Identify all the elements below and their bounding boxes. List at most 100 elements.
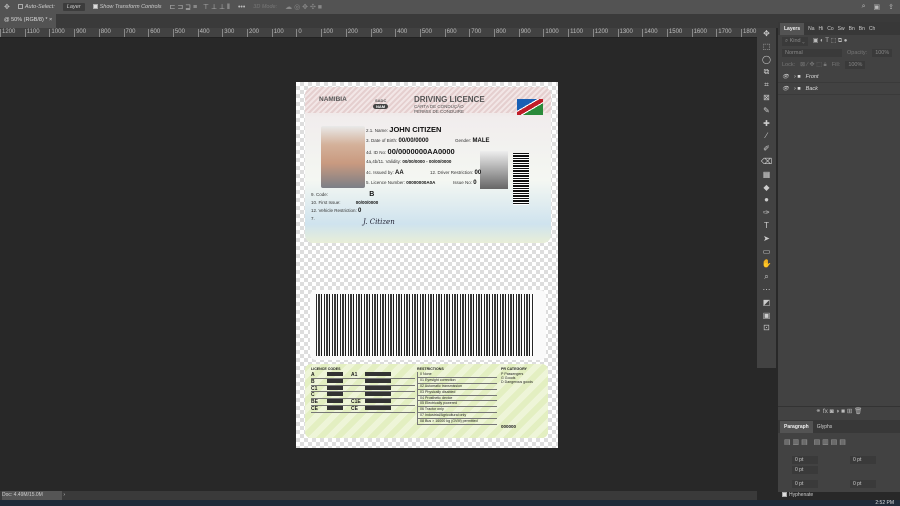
tool-icon-14[interactable]: ✑ (757, 207, 776, 220)
pr-title: PR CATEGORY (501, 367, 527, 371)
issued-value: AA (395, 170, 404, 176)
tool-icon-15[interactable]: T (757, 220, 776, 233)
code-value: B (369, 191, 375, 198)
licence-code-2: A1 (351, 372, 358, 378)
hyphenate-label: Hyphenate (789, 492, 814, 498)
ruler-label: 1200 (0, 29, 15, 37)
indent-field[interactable]: 0 pt (850, 480, 876, 488)
tool-icon-20[interactable]: ⋯ (757, 284, 776, 297)
tool-icon-23[interactable]: ⊡ (757, 322, 776, 335)
ruler-label: 700 (469, 29, 481, 37)
filter-icons[interactable]: ▣ ◐ T ⬚ ⧉ ● (813, 37, 848, 45)
licence-code-row: B (311, 378, 415, 386)
tool-icon-17[interactable]: ▭ (757, 246, 776, 259)
tool-icon-12[interactable]: ◆ (757, 182, 776, 195)
tool-icon-5[interactable]: ⊠ (757, 92, 776, 105)
licence-label: 5. Licence Number: (366, 180, 406, 185)
align-icons[interactable]: ⊏ ⊐ ⊒ ≡ ⊤ ⊥ ⊥ ‖ (170, 3, 230, 11)
eye-icon[interactable]: 👁︎ (782, 74, 789, 80)
tab-bn[interactable]: Bn (859, 26, 865, 32)
tab-sw[interactable]: Sw (838, 26, 845, 32)
tab-hi[interactable]: Hi (819, 26, 824, 32)
tool-icon-21[interactable]: ◩ (757, 297, 776, 310)
ruler-label: 1400 (642, 29, 658, 37)
tool-icon-2[interactable]: ◯ (757, 54, 776, 67)
3d-tools-icons[interactable]: ☁ ◎ ✥ ✣ ■ (285, 3, 322, 11)
vehicle-icon (327, 385, 343, 390)
barcode (513, 153, 529, 205)
opacity-field[interactable]: 100% (872, 49, 893, 57)
tool-icon-13[interactable]: ● (757, 194, 776, 207)
tool-icon-19[interactable]: ⌕ (757, 271, 776, 284)
tab-layers[interactable]: Layers (780, 22, 805, 35)
layer-filter[interactable]: ⌕ Kind ⌄ (782, 36, 808, 46)
tool-icon-0[interactable]: ✥ (757, 28, 776, 41)
document-tab[interactable]: @ 50% (RGB/8) * × (0, 14, 57, 28)
tab-na[interactable]: Na (808, 26, 814, 32)
horizontal-ruler[interactable]: 1200 1100 1000 900 800 700 600 500 400 300 200 100 0… (0, 28, 757, 38)
paragraph-align-icons[interactable]: ▤ ▥ ▤ ▤ ▥ ▤ ▤ (784, 438, 846, 446)
auto-select-dropdown[interactable]: Layer (62, 3, 85, 11)
share-icon[interactable]: ⇪ (888, 3, 894, 11)
tool-icon-10[interactable]: ⌫ (757, 156, 776, 169)
subtitle-fr: PERMIS DE CONDUIRE (414, 109, 465, 114)
ruler-label: 1600 (691, 29, 707, 37)
pdf417-barcode (316, 294, 534, 356)
tab-glyphs[interactable]: Glyphs (817, 424, 833, 430)
tab-bn[interactable]: Bn (849, 26, 855, 32)
namibia-flag (517, 99, 543, 115)
layer-actions[interactable]: ⚭ fx ◙ ◑ ■ ⊞ 🗑︎ (778, 406, 900, 418)
layer-row[interactable]: 👁︎ › ■ Front (778, 71, 900, 83)
tab-ch[interactable]: Ch (869, 26, 875, 32)
right-panel: Layers Na Hi Co Sw Bn Bn Ch ⌕ Kind ⌄ ▣ ◐ T ⬚ ⧉ ●… (778, 22, 900, 498)
tool-icon-7[interactable]: ✚ (757, 118, 776, 131)
layer-row[interactable]: 👁︎ › ■ Back (778, 83, 900, 95)
eye-icon[interactable]: 👁︎ (782, 86, 789, 92)
licence-code-2: C1E (351, 399, 361, 406)
indent-field[interactable]: 0 pt (792, 456, 818, 464)
more-icon[interactable]: ••• (238, 4, 245, 11)
fill-label: Fill: (831, 62, 841, 68)
tool-icon-6[interactable]: ✎ (757, 105, 776, 118)
workspace-icon[interactable]: ▣ (874, 3, 881, 11)
validity-label: 4a,4b/11. Validity: (366, 159, 402, 164)
gender-label: Gender: (455, 138, 472, 143)
search-icon[interactable]: ⌕ (862, 3, 866, 11)
tool-icon-8[interactable]: ∕ (757, 130, 776, 143)
tool-icon-3[interactable]: ⧉ (757, 66, 776, 79)
show-transform-checkbox[interactable]: Show Transform Controls (92, 4, 162, 10)
licence-code-row: CE CE (311, 405, 415, 413)
tab-paragraph[interactable]: Paragraph (780, 420, 813, 433)
licence-code: A (311, 372, 315, 378)
tool-icon-18[interactable]: ✋ (757, 258, 776, 271)
document-canvas[interactable]: NAMIBIA SADC NAM DRIVING LICENCE CARTA D… (296, 82, 558, 448)
indent-field[interactable]: 0 pt (792, 480, 818, 488)
auto-select-checkbox[interactable]: Auto-Select: (17, 4, 55, 10)
tool-icon-11[interactable]: ▦ (757, 169, 776, 182)
layer-name: Back (805, 85, 818, 92)
indent-field[interactable]: 0 pt (850, 456, 876, 464)
ruler-label: 1700 (716, 29, 732, 37)
vehicle-icon (365, 378, 391, 383)
tool-icon-1[interactable]: ⬚ (757, 41, 776, 54)
indent-field[interactable]: 0 pt (792, 466, 818, 474)
opacity-label: Opacity: (847, 50, 868, 56)
hyphenate-checkbox[interactable]: Hyphenate (782, 492, 813, 498)
fill-field[interactable]: 100% (845, 61, 866, 69)
move-tool-icon[interactable]: ✥ (4, 3, 10, 11)
holder-photo (321, 126, 365, 188)
lock-icons[interactable]: ⊠ ∕ ✥ ⬚ 🔒︎ (800, 61, 827, 69)
name-value: JOHN CITIZEN (389, 125, 442, 134)
tab-co[interactable]: Co (827, 26, 833, 32)
id-value: 00/0000000AA0000 (387, 147, 455, 156)
licence-code-row: C (311, 392, 415, 400)
ruler-label: 100 (271, 29, 284, 37)
blend-mode-select[interactable]: Normal (782, 49, 842, 57)
lock-label: Lock: (782, 62, 796, 68)
close-tab-button[interactable]: × (49, 17, 52, 23)
tool-icon-22[interactable]: ▣ (757, 310, 776, 323)
tool-icon-9[interactable]: ✐ (757, 143, 776, 156)
licence-code: CE (311, 405, 318, 412)
tool-icon-4[interactable]: ⌗ (757, 79, 776, 92)
tool-icon-16[interactable]: ➤ (757, 233, 776, 246)
